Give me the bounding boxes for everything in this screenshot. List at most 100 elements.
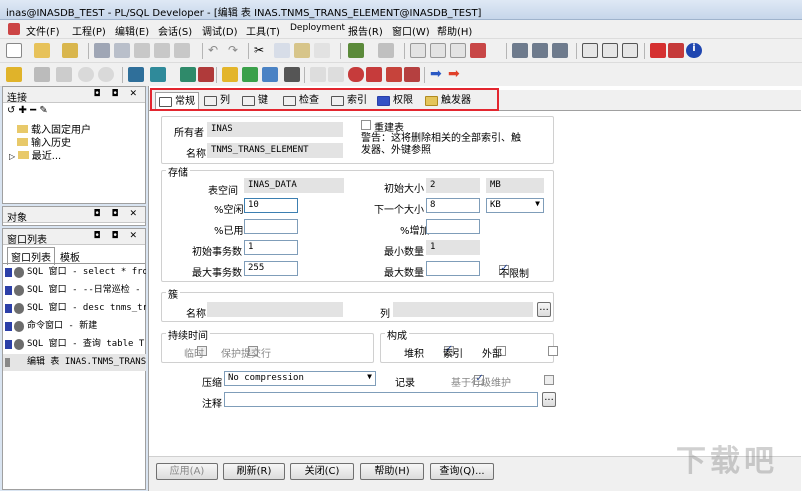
paste-icon[interactable] [294, 43, 310, 58]
maxtrans-input[interactable]: 255 [244, 261, 298, 276]
debug-run-icon[interactable] [386, 67, 402, 82]
menu-help[interactable]: 帮助(H) [437, 23, 472, 38]
compress-select[interactable]: No compression ▼ [224, 371, 376, 386]
table-name-field[interactable]: TNMS_TRANS_ELEMENT [207, 143, 343, 158]
app-menu-icon[interactable] [8, 23, 20, 35]
stop-icon[interactable] [650, 43, 666, 58]
list-item[interactable]: 命令窗口 - 新建 [3, 318, 146, 335]
list-item[interactable]: SQL 窗口 - 查询 table T [3, 336, 146, 353]
menu-deployment[interactable]: Deployment [290, 23, 345, 33]
tree-item-recent[interactable]: ▷ 最近... [9, 147, 61, 162]
debug-icon[interactable] [348, 67, 364, 82]
comment-button[interactable]: ... [542, 392, 556, 407]
disconnect-icon[interactable] [56, 67, 72, 82]
menu-edit[interactable]: 编辑(E) [115, 23, 149, 38]
wrench-icon[interactable] [284, 67, 300, 82]
apply-button[interactable]: 应用(A) [156, 463, 218, 480]
maxextents-input[interactable] [426, 261, 480, 276]
indent-icon[interactable] [410, 43, 426, 58]
menu-debug[interactable]: 调试(D) [202, 23, 238, 38]
execute-icon[interactable] [532, 43, 548, 58]
arrow-right-red-icon[interactable]: ➡ [448, 67, 464, 82]
panel-controls-icon[interactable]: ◘ ◘ ✕ [93, 209, 141, 219]
pctfree-input[interactable]: 10 [244, 198, 298, 213]
redo-icon[interactable]: ↷ [228, 43, 244, 58]
menu-project[interactable]: 工程(P) [72, 23, 106, 38]
report-icon[interactable] [242, 67, 258, 82]
pdf-icon[interactable] [668, 43, 684, 58]
info-icon[interactable]: i [686, 43, 702, 58]
menu-session[interactable]: 会话(S) [158, 23, 192, 38]
arrow-right-icon[interactable]: ➡ [430, 67, 446, 82]
list-item[interactable]: SQL 窗口 - select * fro [3, 264, 146, 281]
uncomment-icon[interactable] [470, 43, 486, 58]
tile-icon[interactable] [622, 43, 638, 58]
connect-icon[interactable] [34, 67, 50, 82]
list-item[interactable]: SQL 窗口 - desc tnms_tr [3, 300, 146, 317]
menu-reports[interactable]: 报告(R) [348, 23, 383, 38]
diff-icon[interactable] [328, 67, 344, 82]
unindent-icon[interactable] [430, 43, 446, 58]
key-icon[interactable] [6, 67, 22, 82]
debug-step-icon[interactable] [366, 67, 382, 82]
initrans-input[interactable]: 1 [244, 240, 298, 255]
comment-icon[interactable] [450, 43, 466, 58]
initial-unit[interactable]: MB [486, 178, 544, 193]
export-icon[interactable] [262, 67, 278, 82]
debug-stop-icon[interactable] [404, 67, 420, 82]
plan-icon[interactable] [222, 67, 238, 82]
list-item[interactable]: 编辑 表 INAS.TNMS_TRANS [3, 354, 146, 371]
external-label: 外部 [482, 349, 502, 360]
query-button[interactable]: 查询(Q)... [430, 463, 494, 480]
break-icon[interactable] [552, 43, 568, 58]
replace-icon[interactable] [378, 43, 394, 58]
print-preview-icon[interactable] [154, 43, 170, 58]
save-all-icon[interactable] [114, 43, 130, 58]
initial-field[interactable]: 2 [426, 178, 480, 193]
recreate-checkbox[interactable] [361, 120, 371, 130]
cluster-columns-button[interactable]: ... [537, 302, 551, 317]
cut-icon[interactable]: ✂ [254, 43, 270, 58]
copy-icon[interactable] [274, 43, 290, 58]
print-icon[interactable] [134, 43, 150, 58]
compile-icon[interactable] [512, 43, 528, 58]
open-icon[interactable] [34, 43, 50, 58]
rollback-icon[interactable] [98, 67, 114, 82]
menu-window[interactable]: 窗口(W) [392, 23, 430, 38]
minextents-field[interactable]: 1 [426, 240, 480, 255]
pctincrease-input[interactable] [426, 219, 480, 234]
window-icon[interactable] [582, 43, 598, 58]
view-icon[interactable] [150, 67, 166, 82]
save-icon[interactable] [94, 43, 110, 58]
folder-icon[interactable] [62, 43, 78, 58]
panel-controls-icon[interactable]: ◘ ◘ ✕ [93, 231, 141, 241]
procedure-icon[interactable] [198, 67, 214, 82]
external-checkbox[interactable] [548, 346, 559, 356]
next-unit-select[interactable]: KB ▼ [486, 198, 544, 213]
undo-icon[interactable]: ↶ [208, 43, 224, 58]
select-all-icon[interactable] [314, 43, 330, 58]
menu-tools[interactable]: 工具(T) [246, 23, 280, 38]
row-movement-checkbox[interactable] [543, 375, 554, 385]
close-button[interactable]: 关闭(C) [290, 463, 354, 480]
find-icon[interactable] [348, 43, 364, 58]
query-builder-icon[interactable] [310, 67, 326, 82]
next-input[interactable]: 8 [426, 198, 480, 213]
pctused-input[interactable] [244, 219, 298, 234]
commit-icon[interactable] [78, 67, 94, 82]
panel-controls-icon[interactable]: ◘ ◘ ✕ [93, 89, 141, 99]
comment-input[interactable] [224, 392, 538, 407]
table-icon[interactable] [128, 67, 144, 82]
page-setup-icon[interactable] [174, 43, 190, 58]
list-item[interactable]: SQL 窗口 - --日常巡检 - [3, 282, 146, 299]
connection-toolbar[interactable]: ↺ ✚ ━ ✎ [7, 105, 48, 116]
new-icon[interactable] [6, 43, 22, 58]
cluster-name-field[interactable] [207, 302, 343, 317]
refresh-button[interactable]: 刷新(R) [223, 463, 285, 480]
tablespace-field[interactable]: INAS_DATA [244, 178, 344, 193]
help-button[interactable]: 帮助(H) [360, 463, 424, 480]
cluster-columns-field[interactable] [393, 302, 533, 317]
cascade-icon[interactable] [602, 43, 618, 58]
menu-file[interactable]: 文件(F) [26, 23, 60, 38]
sequence-icon[interactable] [180, 67, 196, 82]
